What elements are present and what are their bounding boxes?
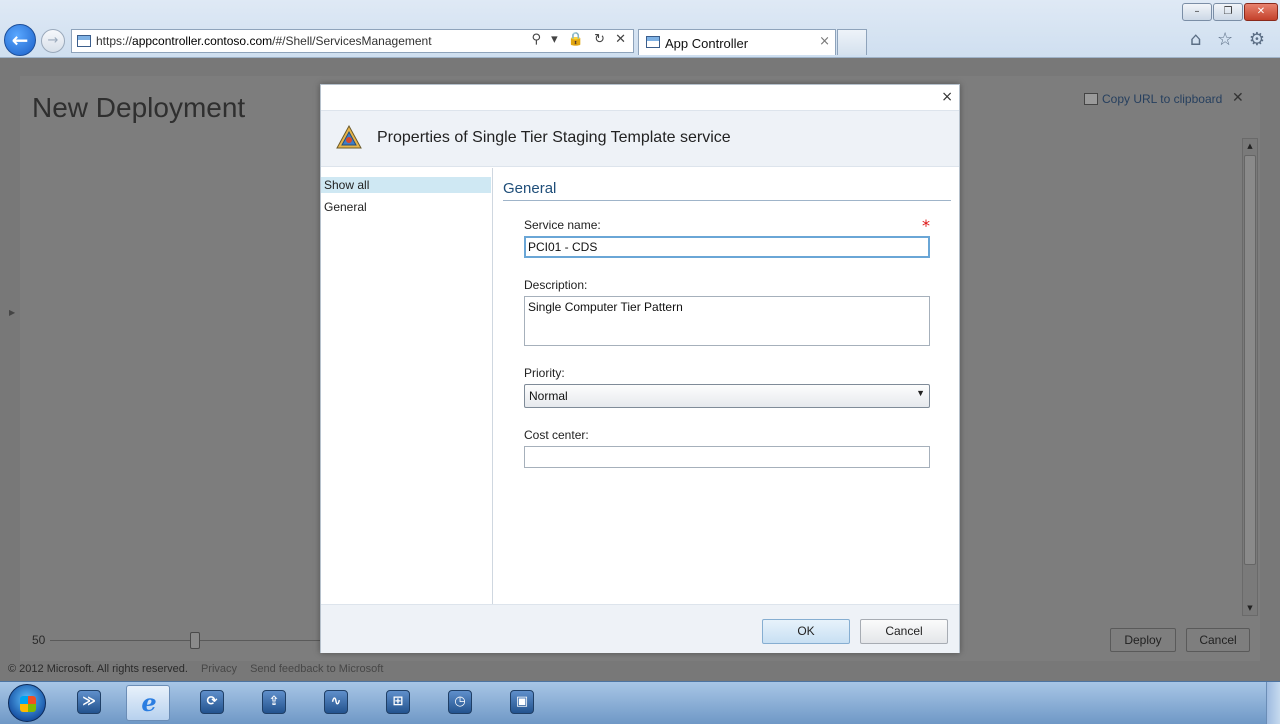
- dialog-header: Properties of Single Tier Staging Templa…: [321, 110, 959, 167]
- address-bar-icons[interactable]: ⚲ ▾ 🔒 ↻ ✕: [531, 32, 629, 47]
- dialog-close-icon[interactable]: ×: [941, 89, 953, 105]
- cancel-button[interactable]: Cancel: [860, 619, 948, 644]
- expand-arrow-icon[interactable]: ▶: [9, 308, 15, 317]
- taskbar-performance-monitor[interactable]: ∿: [314, 685, 358, 721]
- scroll-thumb[interactable]: [1244, 155, 1256, 565]
- forward-button[interactable]: →: [41, 29, 65, 53]
- service-template-icon: [336, 124, 362, 149]
- description-label: Description:: [524, 278, 588, 292]
- taskbar-scheduler[interactable]: ◷: [438, 685, 482, 721]
- dialog-footer: OK Cancel: [321, 604, 959, 653]
- maximize-button[interactable]: ❐: [1213, 3, 1243, 21]
- feedback-link[interactable]: Send feedback to Microsoft: [250, 663, 383, 675]
- back-button[interactable]: ←: [4, 24, 36, 56]
- nav-item-show-all[interactable]: Show all: [321, 177, 491, 193]
- privacy-link[interactable]: Privacy: [201, 663, 237, 675]
- back-arrow-icon: ←: [11, 28, 29, 52]
- ok-button[interactable]: OK: [762, 619, 850, 644]
- address-bar[interactable]: https://appcontroller.contoso.com/#/Shel…: [71, 29, 634, 53]
- scroll-up-icon[interactable]: ▲: [1243, 139, 1257, 153]
- page-icon: [77, 35, 91, 47]
- priority-value: Normal: [529, 389, 568, 403]
- windows-logo-icon: [20, 696, 36, 712]
- tab-close-icon[interactable]: ×: [819, 34, 830, 49]
- nav-item-general[interactable]: General: [321, 199, 491, 215]
- forward-arrow-icon: →: [47, 33, 59, 48]
- scheduler-icon: ◷: [448, 690, 472, 714]
- service-manager-icon: ⟳: [200, 690, 224, 714]
- url-path: /#/Shell/ServicesManagement: [272, 34, 432, 48]
- taskbar-network[interactable]: ⊞: [376, 685, 420, 721]
- zoom-value: 50: [32, 633, 46, 647]
- taskbar-powershell[interactable]: ≫: [67, 685, 111, 721]
- window-controls: – ❐ ✕: [1182, 3, 1278, 21]
- browser-tab[interactable]: App Controller ×: [638, 29, 836, 55]
- powershell-icon: ≫: [77, 690, 101, 714]
- new-tab-button[interactable]: [837, 29, 867, 55]
- zoom-slider-thumb[interactable]: [190, 632, 200, 649]
- remote-desktop-icon: ▣: [510, 690, 534, 714]
- browser-chrome: ← → https://appcontroller.contoso.com/#/…: [0, 0, 1280, 58]
- priority-select[interactable]: Normal ▼: [524, 384, 930, 408]
- file-transfer-icon: ⇪: [262, 690, 286, 714]
- internet-explorer-icon: e: [141, 688, 157, 717]
- scroll-down-icon[interactable]: ▼: [1243, 601, 1257, 615]
- url-prefix: https://: [96, 34, 133, 48]
- performance-monitor-icon: ∿: [324, 690, 348, 714]
- required-marker: *: [922, 216, 930, 235]
- priority-label: Priority:: [524, 366, 565, 380]
- description-field[interactable]: Single Computer Tier Pattern: [524, 296, 930, 346]
- start-button[interactable]: [8, 684, 46, 722]
- taskbar-service-manager[interactable]: ⟳: [190, 685, 234, 721]
- url-text[interactable]: https://appcontroller.contoso.com/#/Shel…: [96, 34, 432, 48]
- service-name-label: Service name:: [524, 218, 601, 232]
- minimize-button[interactable]: –: [1182, 3, 1212, 21]
- browser-toolbar-icons[interactable]: ⌂ ☆ ⚙: [1190, 29, 1270, 50]
- copyright-text: © 2012 Microsoft. All rights reserved.: [8, 663, 188, 675]
- chevron-down-icon: ▼: [916, 388, 925, 398]
- section-divider: [503, 200, 951, 201]
- taskbar-file-transfer[interactable]: ⇪: [252, 685, 296, 721]
- cancel-deployment-button[interactable]: Cancel: [1186, 628, 1250, 652]
- section-title: General: [503, 180, 557, 197]
- tab-title: App Controller: [665, 36, 749, 51]
- copy-url-label: Copy URL to clipboard: [1102, 92, 1223, 106]
- close-icon[interactable]: ✕: [1232, 90, 1244, 106]
- properties-dialog: × Properties of Single Tier Staging Temp…: [320, 84, 960, 653]
- close-window-button[interactable]: ✕: [1244, 3, 1278, 21]
- network-icon: ⊞: [386, 690, 410, 714]
- clipboard-icon: [1084, 93, 1098, 105]
- service-name-input[interactable]: PCI01 - CDS: [524, 236, 930, 258]
- cost-center-label: Cost center:: [524, 428, 589, 442]
- copy-url-link[interactable]: Copy URL to clipboard: [1084, 92, 1222, 106]
- cost-center-input[interactable]: [524, 446, 930, 468]
- vertical-scrollbar[interactable]: ▲ ▼: [1242, 138, 1258, 616]
- footer: © 2012 Microsoft. All rights reserved. P…: [8, 663, 393, 675]
- taskbar: ≫ e ⟳ ⇪ ∿ ⊞ ◷ ▣: [0, 681, 1280, 724]
- taskbar-remote-desktop[interactable]: ▣: [500, 685, 544, 721]
- url-host: appcontroller.contoso.com: [132, 34, 273, 48]
- taskbar-internet-explorer[interactable]: e: [126, 685, 170, 721]
- show-desktop-button[interactable]: [1266, 682, 1280, 724]
- dialog-nav: Show all General: [321, 168, 493, 604]
- tab-page-icon: [646, 36, 660, 48]
- deploy-button[interactable]: Deploy: [1110, 628, 1176, 652]
- page-title: New Deployment: [32, 92, 246, 123]
- dialog-title: Properties of Single Tier Staging Templa…: [377, 129, 731, 146]
- zoom-slider-track[interactable]: [50, 640, 320, 641]
